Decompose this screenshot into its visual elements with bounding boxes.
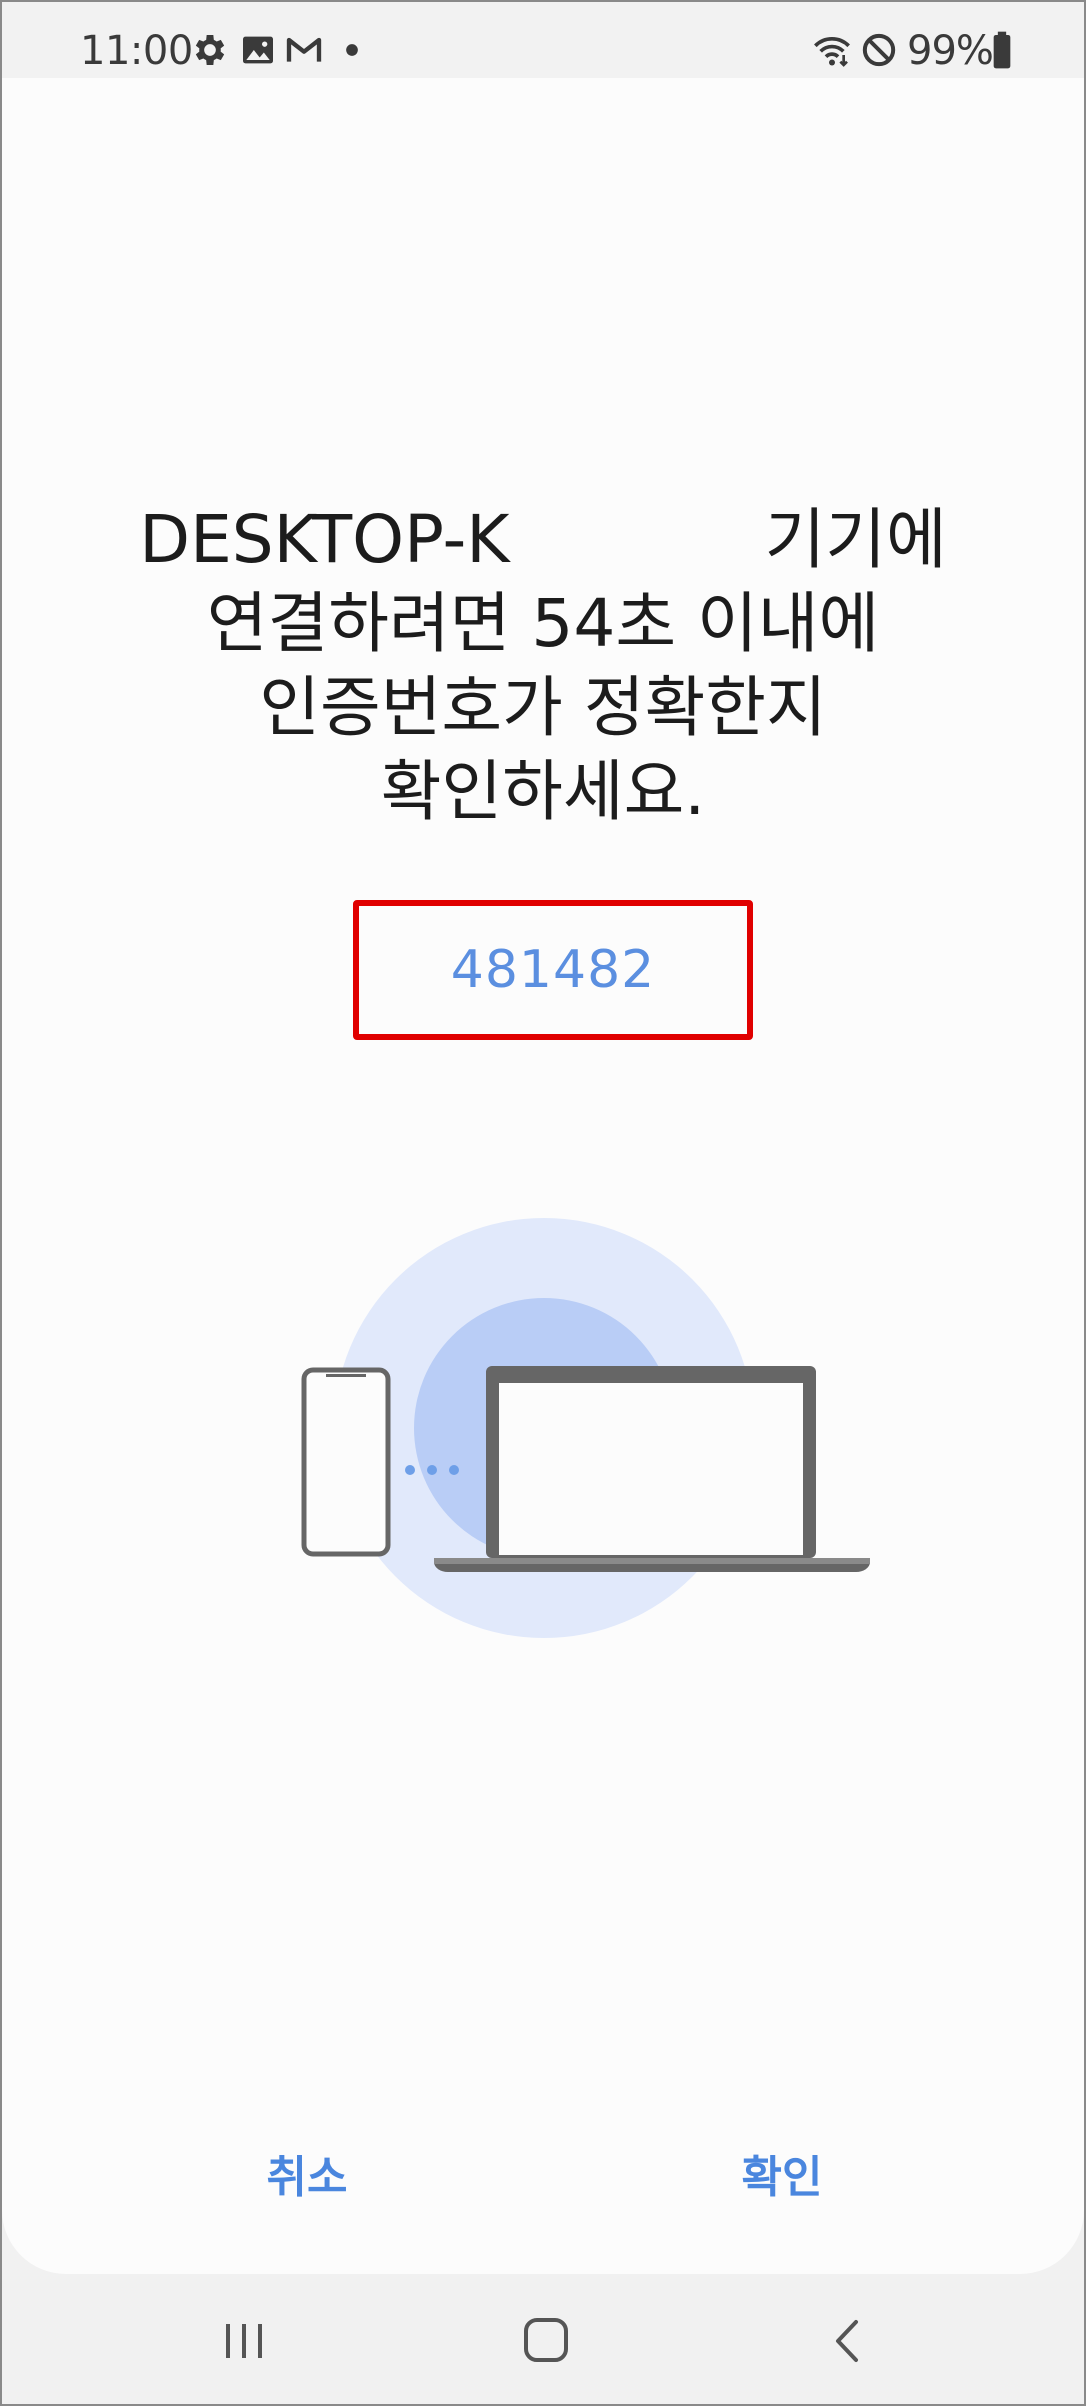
- dot-icon: [346, 44, 358, 56]
- gallery-icon: [243, 36, 273, 64]
- message-line-1-end: 기기에: [764, 501, 947, 578]
- screen-frame: 11:00 99% DESKTOP-K 기기에 연결하려면 54초 이내에 인증…: [0, 0, 1086, 2406]
- message-line-4: 확인하세요.: [380, 753, 706, 830]
- connection-illustration: [301, 1218, 870, 1638]
- passkey-highlight-box: 481482: [353, 900, 753, 1040]
- navigation-bar: [2, 2274, 1084, 2404]
- connection-dots-icon: [405, 1465, 459, 1475]
- phone-icon: [301, 1367, 391, 1557]
- message-line-3: 인증번호가 정확한지: [259, 669, 827, 746]
- laptop-icon: [434, 1366, 870, 1572]
- gear-icon: [195, 35, 225, 65]
- device-name: DESKTOP-K: [139, 501, 510, 578]
- cancel-button[interactable]: 취소: [157, 2128, 457, 2228]
- back-icon[interactable]: [798, 2296, 898, 2386]
- recents-icon[interactable]: [194, 2296, 294, 2386]
- gmail-icon: [286, 37, 322, 62]
- pairing-message: DESKTOP-K 기기에 연결하려면 54초 이내에 인증번호가 정확한지 확인…: [102, 498, 984, 834]
- message-line-2: 연결하려면 54초 이내에: [206, 585, 880, 662]
- passkey-code: 481482: [450, 940, 656, 1000]
- battery-icon: [993, 31, 1011, 69]
- wifi-icon: [814, 37, 850, 67]
- battery-percent: 99%: [907, 28, 994, 74]
- confirm-button[interactable]: 확인: [632, 2128, 932, 2228]
- pairing-dialog: DESKTOP-K 기기에 연결하려면 54초 이내에 인증번호가 정확한지 확인…: [2, 78, 1084, 2274]
- status-time: 11:00: [80, 28, 193, 74]
- do-not-disturb-icon: [862, 33, 896, 67]
- home-icon[interactable]: [496, 2296, 596, 2386]
- message-line-1: DESKTOP-K 기기에: [102, 498, 984, 582]
